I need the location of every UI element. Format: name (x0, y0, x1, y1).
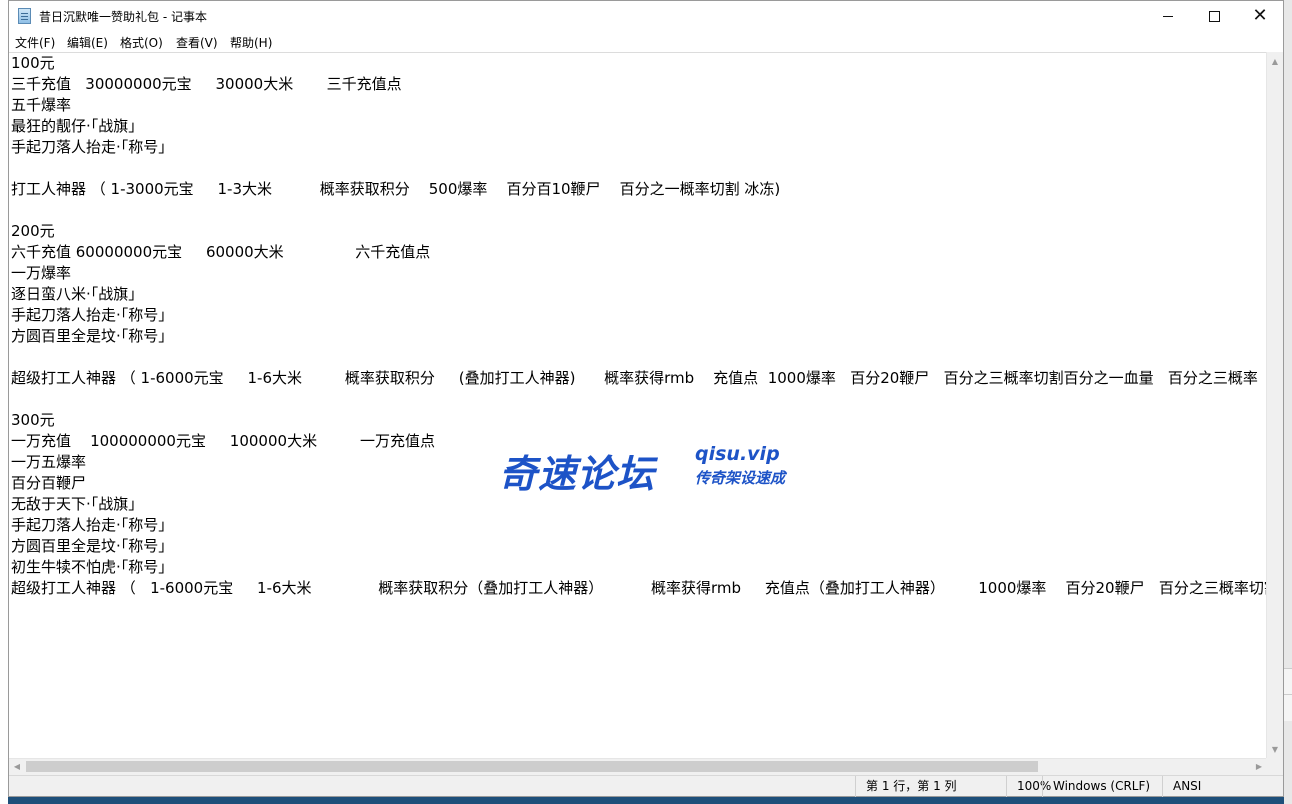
horizontal-scrollbar[interactable]: ◀ ▶ (9, 758, 1267, 775)
desktop-background-left (0, 0, 8, 804)
scrollbar-corner (1266, 758, 1283, 775)
text-line: 200元 (11, 222, 55, 240)
desktop-background-right (1284, 0, 1292, 804)
watermark-site: qisu.vip (695, 443, 780, 465)
status-line-ending: Windows (CRLF) (1042, 776, 1162, 797)
text-line: 一万充值 100000000元宝 100000大米 一万充值点 (11, 432, 435, 450)
status-bar: 第 1 行，第 1 列 100% Windows (CRLF) ANSI (9, 775, 1283, 797)
text-line: 初生牛犊不怕虎·「称号」 (11, 558, 174, 576)
window-title: 昔日沉默唯一赞助礼包 - 记事本 (39, 10, 207, 24)
text-line: 无敌于天下·「战旗」 (11, 495, 144, 513)
status-encoding: ANSI (1162, 776, 1283, 797)
menu-bar: 文件(F) 编辑(E) 格式(O) 查看(V) 帮助(H) (9, 31, 1283, 51)
menu-help[interactable]: 帮助(H) (230, 34, 272, 51)
close-icon: ✕ (1252, 5, 1268, 26)
status-cursor-position: 第 1 行，第 1 列 (855, 776, 1006, 797)
scroll-down-icon[interactable]: ▼ (1270, 745, 1280, 755)
minimize-button[interactable] (1145, 1, 1191, 31)
text-line: 超级打工人神器 （ 1-6000元宝 1-6大米 概率获取积分（叠加打工人神器）… (11, 579, 1267, 597)
text-line: 超级打工人神器 （ 1-6000元宝 1-6大米 概率获取积分 (叠加打工人神器… (11, 369, 1258, 387)
menu-format[interactable]: 格式(O) (120, 34, 163, 51)
text-line: 一万爆率 (11, 264, 72, 282)
maximize-icon (1208, 10, 1220, 22)
close-button[interactable]: ✕ (1237, 1, 1283, 31)
scroll-left-icon[interactable]: ◀ (12, 761, 22, 773)
watermark: 奇速论坛 qisu.vip 传奇架设速成 (499, 443, 809, 496)
text-line: 手起刀落人抬走·「称号」 (11, 306, 174, 324)
text-line: 逐日蛮八米·「战旗」 (11, 285, 144, 303)
text-line: 三千充值 30000000元宝 30000大米 三千充值点 (11, 75, 402, 93)
text-line: 打工人神器 （ 1-3000元宝 1-3大米 概率获取积分 500爆率 百分百1… (11, 180, 781, 198)
horizontal-scroll-thumb[interactable] (26, 761, 1038, 772)
text-editor[interactable]: 100元三千充值 30000000元宝 30000大米 三千充值点 五千爆率最狂的… (9, 52, 1267, 759)
text-line: 手起刀落人抬走·「称号」 (11, 138, 174, 156)
text-line: 一万五爆率 (11, 453, 87, 471)
text-line: 六千充值 60000000元宝 60000大米 六千充值点 (11, 243, 431, 261)
maximize-button[interactable] (1191, 1, 1237, 31)
menu-edit[interactable]: 编辑(E) (67, 34, 108, 51)
text-line: 300元 (11, 411, 55, 429)
scroll-right-icon[interactable]: ▶ (1254, 761, 1264, 773)
text-line: 百分百鞭尸 (11, 474, 87, 492)
text-line: 100元 (11, 54, 55, 72)
background-window-edge (1284, 668, 1292, 695)
title-bar[interactable]: 昔日沉默唯一赞助礼包 - 记事本 ✕ (9, 1, 1283, 31)
text-line: 方圆百里全是坟·「称号」 (11, 537, 174, 555)
notepad-window: 昔日沉默唯一赞助礼包 - 记事本 ✕ 文件(F) 编辑(E) 格式(O) 查看(… (8, 0, 1284, 797)
notepad-icon (18, 8, 31, 24)
watermark-title: 奇速论坛 (499, 452, 656, 496)
vertical-scrollbar[interactable]: ▲ ▼ (1266, 52, 1283, 758)
text-line: 方圆百里全是坟·「称号」 (11, 327, 174, 345)
menu-view[interactable]: 查看(V) (176, 34, 218, 51)
menu-file[interactable]: 文件(F) (15, 34, 55, 51)
text-line: 五千爆率 (11, 96, 72, 114)
watermark-subtitle: 传奇架设速成 (695, 469, 786, 487)
minimize-icon (1163, 15, 1173, 17)
background-window-edge (1284, 694, 1292, 721)
text-line: 手起刀落人抬走·「称号」 (11, 516, 174, 534)
text-line: 最狂的靓仔·「战旗」 (11, 117, 144, 135)
scroll-up-icon[interactable]: ▲ (1270, 57, 1280, 67)
